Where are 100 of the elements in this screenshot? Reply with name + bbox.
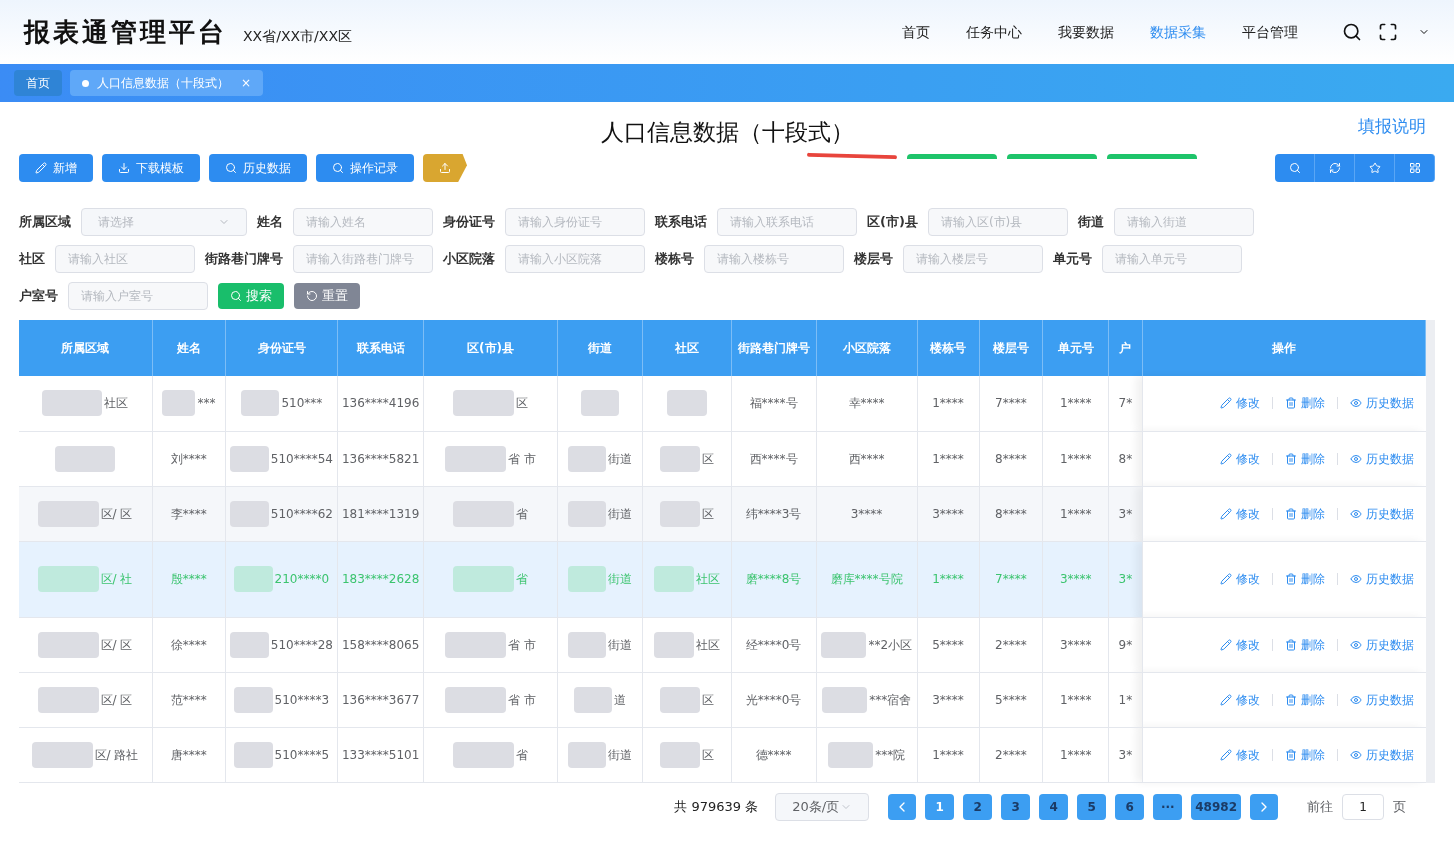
nav-link[interactable]: 数据采集 [1150,21,1206,43]
reset-button[interactable]: 重置 [294,283,360,309]
table-row[interactable]: 区/ 区 徐**** 510****28 158****8065 省 市 街道 社区 经****0号 **2小区 5**** 2**** 3**** 9* 修改 删除 历史数据 [19,617,1426,672]
row-action-link[interactable]: 历史数据 [1349,394,1414,413]
star-button[interactable] [1355,154,1395,182]
page-button[interactable]: 1 [925,793,955,820]
table-row[interactable]: 区/ 区 李**** 510****62 181****1319 省 街道 区 纬****3号 3**** 3**** 8**** 1**** 3* 修改 删除 历史数据 [19,486,1426,541]
table-cell-text: 省 [515,505,528,523]
page-button[interactable]: 6 [1115,793,1145,820]
search-icon [225,162,237,174]
row-action-link[interactable]: 修改 [1219,745,1260,764]
edit-icon [1219,507,1232,520]
search-icon[interactable] [1342,22,1362,42]
search-button[interactable] [1275,154,1315,182]
close-icon[interactable]: × [241,74,252,92]
row-action-link[interactable]: 修改 [1219,449,1260,468]
table-row[interactable]: 区/ 社 殷**** 210****0 183****2628 省 街道 社区 磨****8号 磨库****号院 1**** 7**** 3**** 3* 修改 删除 历史数据 [19,541,1426,617]
filter-field[interactable]: 请输入社区 [55,245,195,273]
row-action-link[interactable]: 删除 [1284,690,1325,709]
refresh-button[interactable] [1315,154,1355,182]
table-cell-text: 区 [701,505,714,523]
row-action-link[interactable]: 历史数据 [1349,570,1414,588]
goto-label: 前往 [1307,797,1333,816]
table-cell-text: 3**** [932,505,964,523]
filter-field[interactable]: 请输入小区院落 [505,245,645,273]
column-header: 联系电话 [337,320,424,376]
page-tab[interactable]: 首页 [14,70,62,96]
filter-field[interactable]: 请输入身份证号 [505,208,645,236]
search-button[interactable]: 搜索 [218,283,284,309]
table-cell-text: 区/ 路社 [94,746,139,764]
filter-label: 街道 [1077,213,1104,232]
row-action-link[interactable]: 历史数据 [1349,635,1414,654]
table-cell-text: 158****8065 [341,636,420,654]
table-cell-text: 183****2628 [341,571,420,588]
filter-field[interactable]: 请输入楼栋号 [704,245,844,273]
previous-page-button[interactable] [888,793,917,820]
filter-field[interactable]: 请输入姓名 [293,208,433,236]
toolbar-button[interactable]: 操作记录 [316,154,414,182]
row-action-link[interactable]: 历史数据 [1349,449,1414,468]
page-button[interactable]: 5 [1077,793,1107,820]
row-action-link[interactable]: 修改 [1219,570,1260,588]
nav-link[interactable]: 任务中心 [966,21,1022,43]
filter-label: 小区院落 [443,250,495,269]
table-cell-text: 纬****3号 [745,505,802,523]
toolbar-button[interactable] [423,154,467,182]
row-action-link[interactable]: 修改 [1219,635,1260,654]
row-action-link[interactable]: 删除 [1284,635,1325,654]
filter-field[interactable]: 请输入户室号 [68,282,208,310]
page-size-select[interactable]: 20条/页 [775,792,870,821]
filter-field[interactable]: 请输入楼层号 [903,245,1043,273]
filter-field[interactable]: 请输入街路巷门牌号 [293,245,433,273]
edit-icon [1219,452,1232,465]
filter-field[interactable]: 请输入区(市)县 [927,208,1068,236]
nav-link[interactable]: 首页 [902,21,930,43]
page-button[interactable]: ··· [1153,793,1183,820]
table-row[interactable]: 区/ 路社 唐**** 510****5 133****5101 省 街道 区 德**** ***院 1**** 2**** 1**** 3* 修改 删除 历史数据 [19,727,1426,782]
table-cell-text: 8**** [995,505,1027,523]
page-button[interactable]: 2 [963,793,993,820]
toolbar-button[interactable]: 历史数据 [209,154,307,182]
nav-link[interactable]: 我要数据 [1058,21,1114,43]
row-action-link[interactable]: 历史数据 [1349,745,1414,764]
help-link[interactable]: 填报说明 [1358,114,1426,140]
toolbar-button[interactable]: 新增 [19,154,93,182]
next-page-button[interactable] [1250,793,1278,820]
nav-link[interactable]: 平台管理 [1242,21,1298,43]
row-action-link[interactable]: 历史数据 [1349,690,1414,709]
table-row[interactable]: 区/ 区 范**** 510****3 136****3677 省 市 道 区 光****0号 ***宿舍 3**** 5**** 1**** 1* 修改 删除 历史数据 [19,672,1426,727]
filter-field[interactable]: 请输入街道 [1113,208,1254,236]
table-row[interactable]: 社区 *** 510*** 136****4196 区 福****号 幸**** 1**** 7**** 1**** 7* 修改 删除 历史数据 [19,376,1426,431]
grid-icon [1408,162,1421,174]
row-action-link[interactable]: 删除 [1284,504,1325,523]
page-button[interactable]: 4 [1039,793,1069,820]
region-select[interactable]: 请选择 [81,208,247,236]
table-cell-text: 街道 [608,571,633,588]
table-cell-text: 210****0 [274,571,330,588]
search-icon [1288,162,1301,174]
goto-page-field[interactable]: 1 [1342,793,1384,820]
row-action-link[interactable]: 修改 [1219,690,1260,709]
table-cell-text: 殷**** [170,571,207,588]
filter-label: 户室号 [19,287,58,306]
page-button[interactable]: 3 [1001,793,1031,820]
row-action-link[interactable]: 删除 [1284,394,1325,413]
row-action-link[interactable]: 修改 [1219,394,1260,413]
table-row[interactable]: 刘**** 510****54 136****5821 省 市 街道 区 西****号 西**** 1**** 8**** 1**** 8* 修改 删除 历史数据 [19,431,1426,486]
fullscreen-icon[interactable] [1378,22,1398,42]
page-button[interactable]: 48982 [1191,793,1241,820]
toolbar-button[interactable]: 下载模板 [102,154,200,182]
page-tab[interactable]: 人口信息数据（十段式） × [70,70,264,96]
row-action-link[interactable]: 修改 [1219,504,1260,523]
row-action-link[interactable]: 删除 [1284,570,1325,588]
filter-field[interactable]: 请输入联系电话 [717,208,857,236]
row-action-link[interactable]: 历史数据 [1349,504,1414,523]
table-cell-text: 社区 [695,571,720,588]
grid-button[interactable] [1395,154,1435,182]
filter-label: 姓名 [257,213,283,232]
filter-field[interactable]: 请输入单元号 [1102,245,1242,273]
eye-icon [1349,507,1362,520]
table-cell-text: 刘**** [170,450,207,468]
row-action-link[interactable]: 删除 [1284,745,1325,764]
row-action-link[interactable]: 删除 [1284,449,1325,468]
